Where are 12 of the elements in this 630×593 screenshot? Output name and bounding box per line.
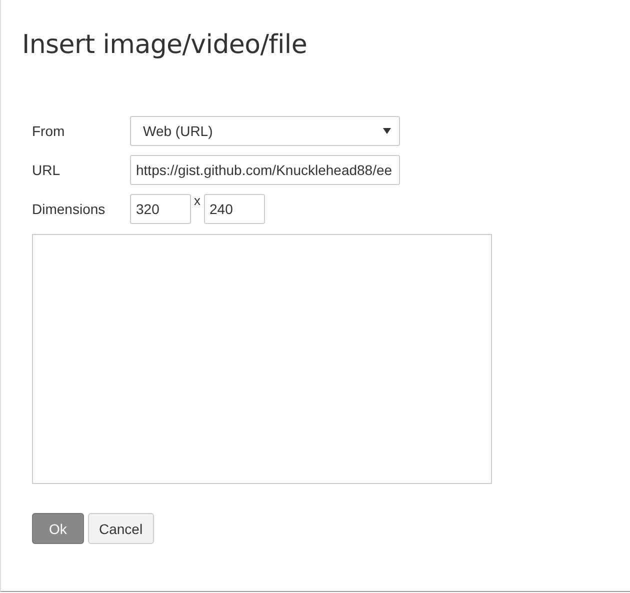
caret-icon bbox=[383, 128, 391, 134]
field-label: Dimensions bbox=[32, 201, 106, 217]
dimension-separator: x bbox=[194, 194, 200, 208]
field-label: URL bbox=[32, 162, 62, 178]
height-field[interactable]: 240 bbox=[204, 194, 264, 224]
cancel-button[interactable]: Cancel bbox=[88, 513, 154, 544]
dialog-title: Insert image/video/file bbox=[21, 29, 308, 62]
ok-button[interactable]: Ok bbox=[32, 513, 84, 544]
url-field[interactable]: https://gist.github.com/Knucklehead88/ee bbox=[130, 155, 400, 185]
width-field[interactable]: 320 bbox=[130, 194, 191, 224]
source-select[interactable]: Web (URL) bbox=[130, 116, 400, 146]
field-label: From bbox=[32, 123, 66, 139]
